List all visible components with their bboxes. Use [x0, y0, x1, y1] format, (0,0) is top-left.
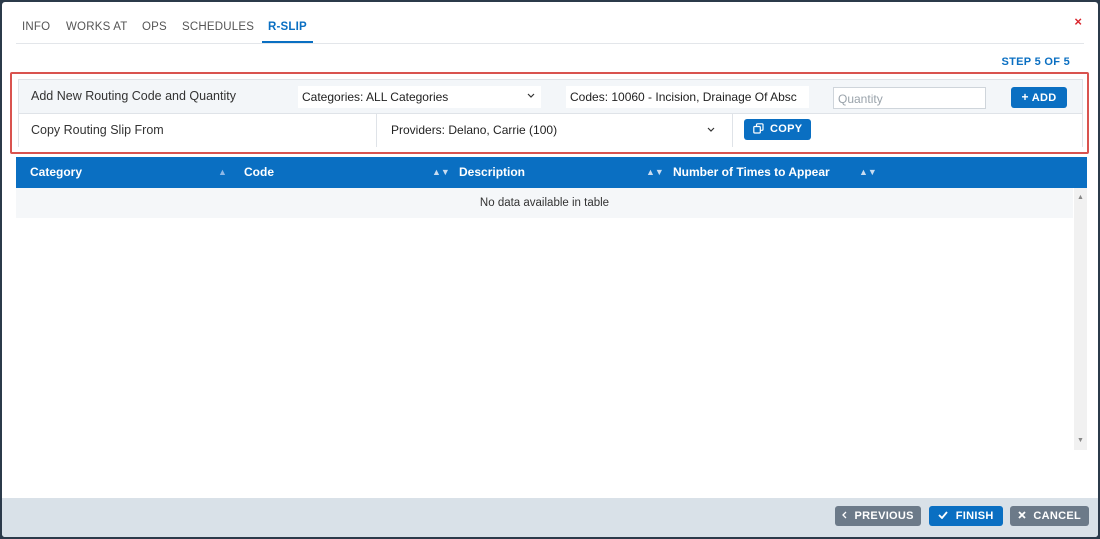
table-header: Category ▲ Code ▲▼ Description ▲▼ Number…	[16, 157, 1087, 188]
copy-routing-row: Copy Routing Slip From Providers: Delano…	[19, 114, 1082, 147]
tab-works-at[interactable]: WORKS AT	[60, 12, 133, 42]
chevron-down-icon	[527, 91, 535, 102]
close-icon[interactable]: ×	[1074, 14, 1082, 29]
scroll-down-icon[interactable]: ▼	[1074, 437, 1087, 444]
finish-button-label: FINISH	[955, 510, 994, 522]
step-indicator: STEP 5 OF 5	[1001, 56, 1070, 68]
add-routing-row: Add New Routing Code and Quantity Catego…	[19, 80, 1082, 114]
provider-select[interactable]: Providers: Delano, Carrie (100)	[387, 119, 687, 141]
previous-button[interactable]: PREVIOUS	[835, 506, 921, 526]
tab-bar: INFO WORKS AT OPS SCHEDULES R-SLIP	[16, 12, 1084, 44]
check-icon	[938, 506, 949, 526]
tab-schedules[interactable]: SCHEDULES	[176, 12, 260, 42]
sort-icon[interactable]: ▲▼	[432, 157, 450, 188]
empty-table-message: No data available in table	[16, 188, 1073, 218]
routing-slip-modal: INFO WORKS AT OPS SCHEDULES R-SLIP × STE…	[2, 2, 1098, 537]
tab-r-slip[interactable]: R-SLIP	[262, 12, 313, 43]
copy-routing-label: Copy Routing Slip From	[31, 123, 164, 137]
quantity-placeholder: Quantity	[838, 92, 883, 106]
routing-form: Add New Routing Code and Quantity Catego…	[18, 79, 1083, 147]
chevron-left-icon	[842, 506, 847, 526]
tab-ops[interactable]: OPS	[136, 12, 173, 42]
routing-form-highlight: Add New Routing Code and Quantity Catego…	[10, 72, 1089, 154]
sort-icon[interactable]: ▲▼	[859, 157, 877, 188]
column-header-code[interactable]: Code	[244, 157, 274, 188]
provider-select-value: Providers: Delano, Carrie (100)	[391, 123, 558, 137]
x-icon	[1018, 506, 1026, 526]
table-body: No data available in table ▲ ▼	[16, 188, 1087, 450]
quantity-input[interactable]: Quantity	[833, 87, 986, 109]
code-select[interactable]: Codes: 10060 - Incision, Drainage Of Abs…	[566, 86, 809, 108]
cancel-button[interactable]: CANCEL	[1010, 506, 1089, 526]
cancel-button-label: CANCEL	[1033, 510, 1081, 522]
chevron-down-icon	[707, 125, 715, 136]
add-routing-label: Add New Routing Code and Quantity	[31, 89, 236, 103]
column-header-description[interactable]: Description	[459, 157, 525, 188]
column-header-times-to-appear[interactable]: Number of Times to Appear	[673, 157, 830, 188]
divider	[376, 114, 377, 147]
sort-asc-icon[interactable]: ▲	[218, 157, 227, 188]
previous-button-label: PREVIOUS	[854, 510, 914, 522]
add-button-label: ADD	[1031, 92, 1057, 104]
scroll-up-icon[interactable]: ▲	[1074, 194, 1087, 201]
code-select-value: Codes: 10060 - Incision, Drainage Of Abs…	[570, 90, 797, 104]
category-select-value: Categories: ALL Categories	[302, 90, 449, 104]
category-select[interactable]: Categories: ALL Categories	[298, 86, 541, 108]
copy-icon	[752, 121, 764, 142]
sort-icon[interactable]: ▲▼	[646, 157, 664, 188]
column-header-category[interactable]: Category	[30, 157, 82, 188]
divider	[732, 114, 733, 147]
table-scrollbar[interactable]: ▲ ▼	[1074, 188, 1087, 450]
finish-button[interactable]: FINISH	[929, 506, 1003, 526]
plus-icon: +	[1021, 90, 1029, 104]
add-button[interactable]: + ADD	[1011, 87, 1067, 108]
modal-footer: PREVIOUS FINISH CANCEL	[2, 498, 1098, 537]
copy-button-label: COPY	[769, 123, 803, 135]
copy-button[interactable]: COPY	[744, 119, 811, 140]
tab-info[interactable]: INFO	[16, 12, 56, 42]
